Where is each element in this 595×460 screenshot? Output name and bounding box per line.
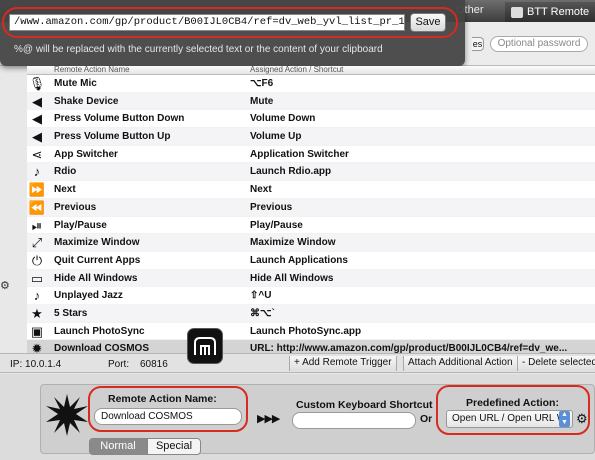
table-row[interactable]: ▭ Hide All Windows Hide All Windows — [27, 269, 595, 288]
row-action-name: Rdio — [54, 166, 77, 178]
row-action-name: Press Volume Button Down — [54, 113, 185, 125]
row-action-name: Unplayed Jazz — [54, 290, 123, 302]
rewind-icon: ⏪ — [28, 199, 46, 215]
speaker-icon: ◀ — [32, 93, 42, 109]
music-note-icon: ♪ — [33, 288, 41, 304]
table-row[interactable]: ⤢ Maximize Window Maximize Window — [27, 234, 595, 252]
table-row[interactable]: ◀ Press Volume Button Up Volume Up — [27, 128, 595, 146]
power-icon: ⏻ — [31, 252, 43, 268]
row-action-name: Quit Current Apps — [54, 254, 141, 266]
row-action-name: Maximize Window — [54, 237, 140, 249]
row-assigned-action: URL: http://www.amazon.com/gp/product/B0… — [250, 343, 568, 353]
row-action-name: Hide All Windows — [54, 272, 138, 284]
row-action-name: Download COSMOS — [54, 343, 149, 353]
speaker-icon: ◀ — [32, 111, 42, 127]
row-assigned-action: ⌘⌥` — [250, 307, 275, 319]
row-action-name: Play/Pause — [54, 219, 107, 231]
port-value: 60816 — [140, 359, 168, 370]
table-row[interactable]: ⏪ Previous Previous — [27, 198, 595, 217]
star-icon: ★ — [31, 305, 43, 321]
row-action-name: App Switcher — [54, 148, 118, 160]
row-assigned-action: ⌥F6 — [250, 78, 274, 89]
microphone-icon: 🎙 — [28, 76, 46, 91]
row-assigned-action: ⇧^U — [250, 290, 272, 302]
table-row[interactable]: ✹ Download COSMOS URL: http://www.amazon.c… — [27, 340, 595, 353]
table-row[interactable]: 🎙 Mute Mic ⌥F6 — [27, 75, 595, 93]
table-row[interactable]: ⏩ Next Next — [27, 181, 595, 199]
row-action-name: Previous — [54, 201, 97, 213]
row-assigned-action: Launch Applications — [250, 254, 348, 266]
row-assigned-action: Mute — [250, 95, 274, 107]
highlight-oval-name — [88, 386, 248, 432]
tab-btt-remote-label: BTT Remote — [527, 6, 590, 18]
row-action-name: 5 Stars — [54, 307, 88, 319]
table-row[interactable]: ♪ Unplayed Jazz ⇧^U — [27, 287, 595, 305]
column-header-assigned[interactable]: Assigned Action / Shortcut — [250, 66, 343, 74]
or-label: Or — [420, 413, 433, 425]
row-assigned-action: Application Switcher — [250, 148, 349, 160]
tab-btt-remote[interactable]: BTT Remote — [505, 2, 595, 22]
highlight-oval-predefined — [436, 385, 590, 435]
row-action-name: Next — [54, 184, 76, 196]
wifi-icon — [511, 6, 523, 18]
row-assigned-action: Play/Pause — [250, 219, 303, 231]
table-row[interactable]: ◀ Shake Device Mute — [27, 92, 595, 111]
ip-address: IP: 10.0.1.4 — [10, 359, 62, 370]
row-assigned-action: Launch PhotoSync.app — [250, 325, 362, 337]
tab-normal[interactable]: Normal — [89, 438, 147, 455]
table-row[interactable]: ♪ Rdio Launch Rdio.app — [27, 163, 595, 182]
burst-icon — [46, 394, 88, 436]
partial-button[interactable]: es — [472, 37, 484, 51]
share-icon: ⋖ — [31, 146, 43, 162]
remote-actions-table: Remote Action Name Assigned Action / Sho… — [27, 66, 595, 353]
highlight-oval-url — [2, 7, 458, 38]
arrows-icon: ▶▶▶ — [257, 413, 280, 425]
table-row[interactable]: ⏯ Play/Pause Play/Pause — [27, 217, 595, 235]
row-assigned-action: Launch Rdio.app — [250, 166, 332, 178]
row-action-name: Mute Mic — [54, 78, 97, 89]
tab-special[interactable]: Special — [147, 438, 201, 455]
monitor-icon: ▭ — [30, 270, 44, 286]
table-row[interactable]: ⋖ App Switcher Application Switcher — [27, 146, 595, 164]
row-assigned-action: Maximize Window — [250, 237, 336, 249]
row-action-name: Press Volume Button Up — [54, 131, 171, 143]
column-header-name[interactable]: Remote Action Name — [54, 66, 130, 74]
delete-selected-button[interactable]: - Delete selected — [517, 356, 595, 371]
url-hint-text: %@ will be replaced with the currently s… — [14, 44, 383, 55]
status-bar: IP: 10.0.1.4 Port: 60816 + Add Remote Tr… — [0, 353, 595, 373]
row-assigned-action: Next — [250, 184, 272, 196]
row-assigned-action: Volume Down — [250, 113, 316, 125]
table-header: Remote Action Name Assigned Action / Sho… — [27, 66, 595, 75]
table-row[interactable]: ⏻ Quit Current Apps Launch Applications — [27, 252, 595, 270]
speaker-icon: ◀ — [32, 129, 42, 145]
attach-additional-action-button[interactable]: Attach Additional Action — [403, 356, 518, 371]
row-assigned-action: Volume Up — [250, 131, 302, 143]
fast-forward-icon: ⏩ — [28, 182, 46, 198]
custom-shortcut-input[interactable] — [292, 412, 416, 429]
row-action-name: Shake Device — [54, 95, 119, 107]
row-assigned-action: Hide All Windows — [250, 272, 334, 284]
table-row[interactable]: ★ 5 Stars ⌘⌥` — [27, 304, 595, 323]
table-row[interactable]: ◀ Press Volume Button Down Volume Down — [27, 110, 595, 129]
burst-icon: ✹ — [31, 341, 43, 353]
optional-password-field[interactable]: Optional password — [490, 36, 588, 52]
add-remote-trigger-button[interactable]: + Add Remote Trigger — [289, 356, 397, 371]
photosync-icon: ▣ — [30, 323, 44, 339]
play-pause-icon: ⏯ — [31, 217, 43, 233]
rdio-icon: ♪ — [33, 164, 41, 180]
row-action-name: Launch PhotoSync — [54, 325, 145, 337]
table-row[interactable]: ▣ Launch PhotoSync Launch PhotoSync.app — [27, 323, 595, 341]
custom-shortcut-label: Custom Keyboard Shortcut — [296, 399, 433, 411]
btt-logo-icon — [187, 328, 223, 364]
row-assigned-action: Previous — [250, 201, 293, 213]
port-label: Port: — [108, 359, 130, 370]
gear-icon[interactable]: ⚙ — [0, 279, 10, 292]
expand-icon: ⤢ — [31, 235, 43, 251]
